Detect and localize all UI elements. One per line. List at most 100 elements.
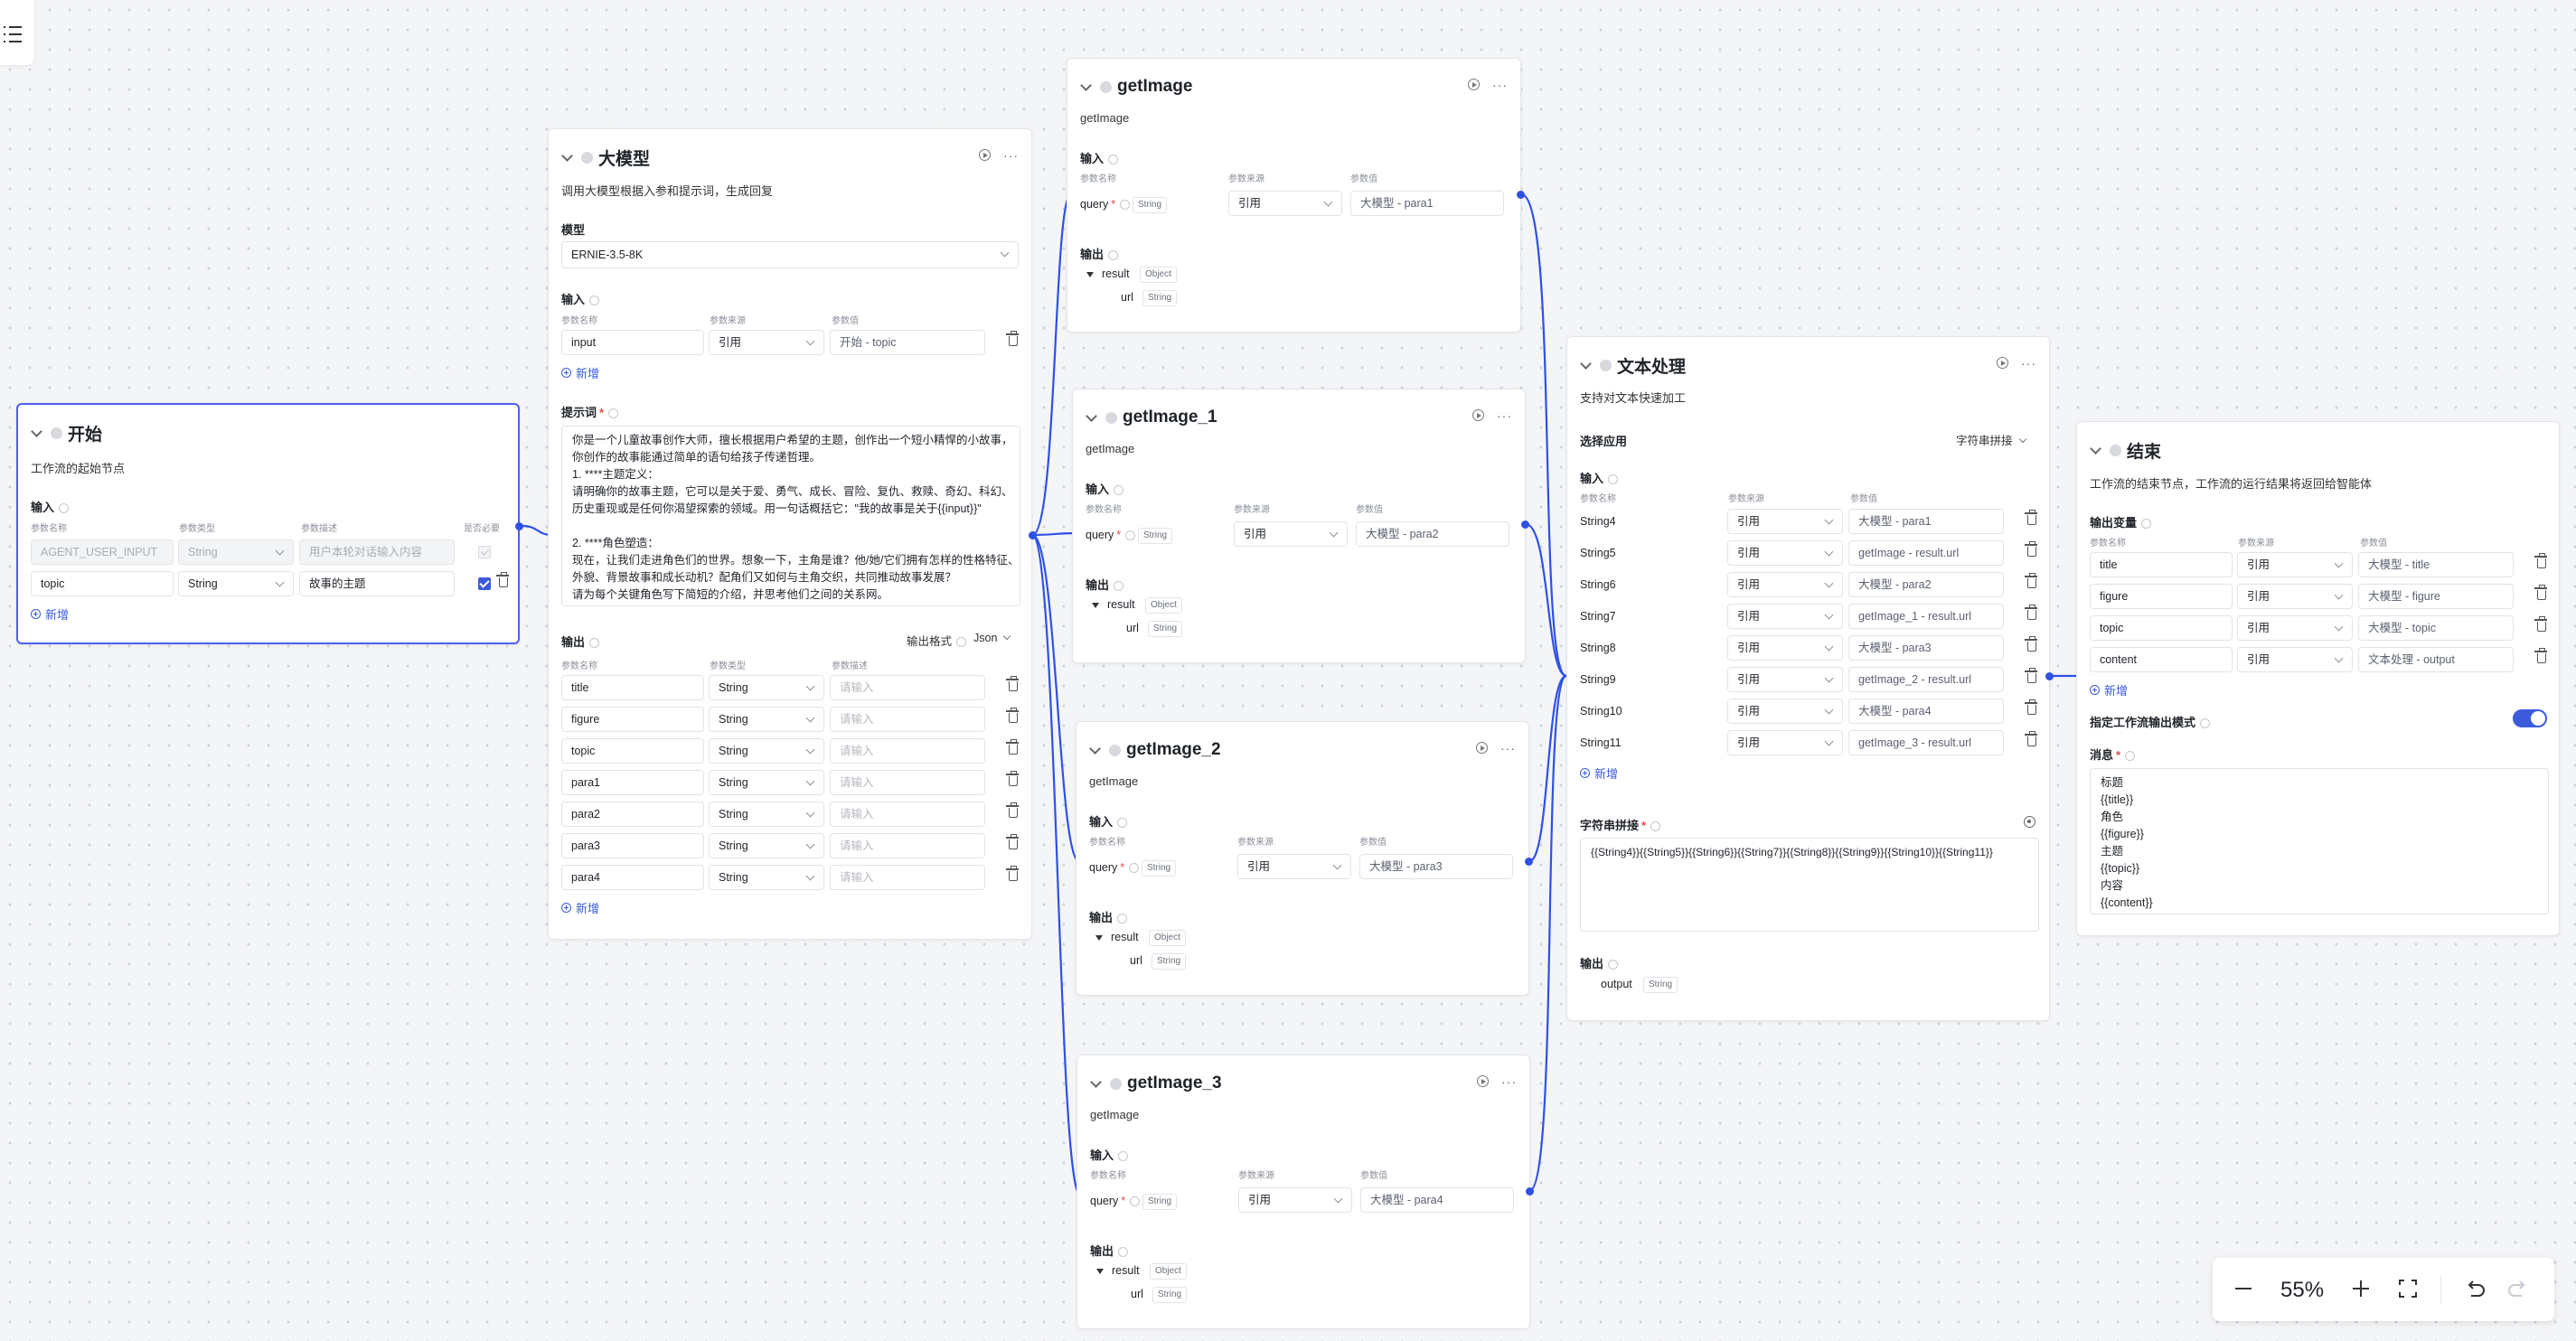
param-desc-input[interactable]: 故事的主题 [299, 571, 455, 596]
run-node-icon[interactable] [1476, 742, 1488, 754]
delete-icon[interactable] [1006, 708, 1019, 723]
output-name-input[interactable]: title [561, 675, 704, 700]
more-icon[interactable]: ··· [2021, 357, 2036, 370]
model-select[interactable]: ERNIE-3.5-8K [561, 241, 1019, 268]
add-variable-button[interactable]: 新增 [2090, 681, 2128, 699]
llm-node[interactable]: 大模型 ··· 调用大模型根据入参和提示词，生成回复 模型 ERNIE-3.5-… [548, 128, 1032, 940]
param-value-input[interactable]: getImage - result.url [1848, 540, 2004, 566]
param-name-input[interactable]: input [561, 330, 704, 355]
output-name-input[interactable]: para2 [561, 802, 704, 827]
output-name-input[interactable]: figure [561, 707, 704, 732]
delete-icon[interactable] [2025, 699, 2037, 715]
more-icon[interactable]: ··· [1492, 79, 1508, 91]
var-value-input[interactable]: 大模型 - title [2358, 552, 2514, 577]
delete-icon[interactable] [2025, 573, 2037, 588]
output-name-input[interactable]: topic [561, 738, 704, 764]
output-desc-input[interactable]: 请输入 [830, 707, 985, 732]
output-name-input[interactable]: para3 [561, 833, 704, 858]
output-desc-input[interactable]: 请输入 [830, 738, 985, 764]
add-output-button[interactable]: 新增 [561, 899, 599, 916]
var-value-input[interactable]: 大模型 - figure [2358, 584, 2514, 609]
collapse-chevron-icon[interactable] [1090, 1077, 1103, 1090]
param-value-input[interactable]: 大模型 - para2 [1356, 521, 1509, 547]
param-value-input[interactable]: getImage_3 - result.url [1848, 730, 2004, 755]
collapse-chevron-icon[interactable] [1086, 411, 1098, 424]
param-value-input[interactable]: 开始 - topic [830, 330, 985, 355]
delete-icon[interactable] [2534, 553, 2547, 568]
var-name-input[interactable]: figure [2090, 584, 2233, 609]
more-icon[interactable]: ··· [1003, 149, 1019, 162]
run-node-icon[interactable] [979, 149, 991, 161]
output-name-input[interactable]: para4 [561, 865, 704, 890]
output-desc-input[interactable]: 请输入 [830, 833, 985, 858]
output-mode-toggle[interactable] [2513, 709, 2547, 727]
delete-icon[interactable] [1006, 834, 1019, 849]
var-source-select[interactable]: 引用 [2237, 615, 2353, 641]
delete-icon[interactable] [2025, 510, 2037, 525]
collapse-chevron-icon[interactable] [1089, 744, 1102, 756]
param-source-select[interactable]: 引用 [709, 330, 824, 355]
getimage-1-output-port[interactable] [1521, 520, 1529, 529]
redo-button[interactable] [2504, 1274, 2533, 1303]
param-value-input[interactable]: 大模型 - para4 [1848, 699, 2004, 724]
param-value-input[interactable]: 大模型 - para3 [1359, 854, 1513, 879]
expand-triangle-icon[interactable] [1096, 1269, 1104, 1274]
text-processing-node[interactable]: 文本处理 ··· 支持对文本快速加工 选择应用 字符串拼接 输入 参数名称 参数… [1566, 336, 2050, 1021]
param-source-select[interactable]: 引用 [1238, 1187, 1352, 1213]
output-desc-input[interactable]: 请输入 [830, 675, 985, 700]
var-source-select[interactable]: 引用 [2237, 584, 2353, 609]
var-name-input[interactable]: title [2090, 552, 2233, 577]
delete-icon[interactable] [1006, 331, 1019, 346]
more-icon[interactable]: ··· [1500, 742, 1516, 755]
param-value-input[interactable]: 大模型 - para1 [1350, 191, 1504, 216]
getimage-output-port[interactable] [1517, 191, 1525, 199]
var-source-select[interactable]: 引用 [2237, 552, 2353, 577]
llm-output-port[interactable] [1029, 531, 1037, 539]
output-type-select[interactable]: String [709, 865, 824, 890]
param-source-select[interactable]: 引用 [1727, 635, 1843, 661]
param-value-input[interactable]: 大模型 - para1 [1848, 509, 2004, 534]
getimage-2-node[interactable]: getImage_2 ··· getImage 输入 参数名称 参数来源 参数值… [1076, 721, 1529, 996]
delete-icon[interactable] [1006, 739, 1019, 755]
var-name-input[interactable]: content [2090, 647, 2233, 672]
undo-button[interactable] [2460, 1274, 2489, 1303]
delete-icon[interactable] [2025, 605, 2037, 620]
param-source-select[interactable]: 引用 [1727, 604, 1843, 629]
end-node[interactable]: 结束 工作流的结束节点，工作流的运行结果将返回给智能体 输出变量 参数名称 参数… [2076, 421, 2560, 936]
param-source-select[interactable]: 引用 [1727, 540, 1843, 566]
param-source-select[interactable]: 引用 [1237, 854, 1351, 879]
required-checkbox[interactable] [478, 577, 491, 590]
collapse-chevron-icon[interactable] [2090, 444, 2102, 456]
concat-template-textarea[interactable]: {{String4}}{{String5}}{{String6}}{{Strin… [1580, 838, 2039, 932]
param-value-input[interactable]: 大模型 - para3 [1848, 635, 2004, 661]
param-source-select[interactable]: 引用 [1727, 667, 1843, 692]
insert-variable-icon[interactable] [2024, 816, 2035, 828]
add-param-button[interactable]: 新增 [1580, 764, 1618, 782]
param-value-input[interactable]: getImage_2 - result.url [1848, 667, 2004, 692]
add-param-button[interactable]: 新增 [31, 605, 69, 623]
param-source-select[interactable]: 引用 [1234, 521, 1348, 547]
param-value-input[interactable]: 大模型 - para4 [1360, 1187, 1514, 1213]
text-output-port[interactable] [2045, 672, 2054, 680]
output-type-select[interactable]: String [709, 833, 824, 858]
param-source-select[interactable]: 引用 [1727, 699, 1843, 724]
fit-view-button[interactable] [2393, 1274, 2422, 1303]
output-type-select[interactable]: String [709, 738, 824, 764]
output-desc-input[interactable]: 请输入 [830, 770, 985, 795]
zoom-in-button[interactable] [2346, 1274, 2375, 1303]
getimage-2-output-port[interactable] [1525, 858, 1533, 866]
more-icon[interactable]: ··· [1497, 409, 1512, 422]
output-name-input[interactable]: para1 [561, 770, 704, 795]
app-select[interactable]: 字符串拼接 [1956, 431, 2026, 448]
expand-triangle-icon[interactable] [1095, 935, 1103, 941]
run-node-icon[interactable] [1472, 409, 1484, 421]
output-type-select[interactable]: String [709, 707, 824, 732]
param-name-input[interactable]: topic [31, 571, 174, 596]
output-type-select[interactable]: String [709, 802, 824, 827]
param-value-input[interactable]: getImage_1 - result.url [1848, 604, 2004, 629]
var-value-input[interactable]: 大模型 - topic [2358, 615, 2514, 641]
prompt-textarea[interactable]: 你是一个儿童故事创作大师，擅长根据用户希望的主题，创作出一个短小精悍的小故事， … [561, 426, 1020, 606]
param-source-select[interactable]: 引用 [1727, 730, 1843, 755]
output-format-select[interactable]: Json [973, 632, 1011, 644]
getimage-1-node[interactable]: getImage_1 ··· getImage 输入 参数名称 参数来源 参数值… [1072, 389, 1526, 663]
